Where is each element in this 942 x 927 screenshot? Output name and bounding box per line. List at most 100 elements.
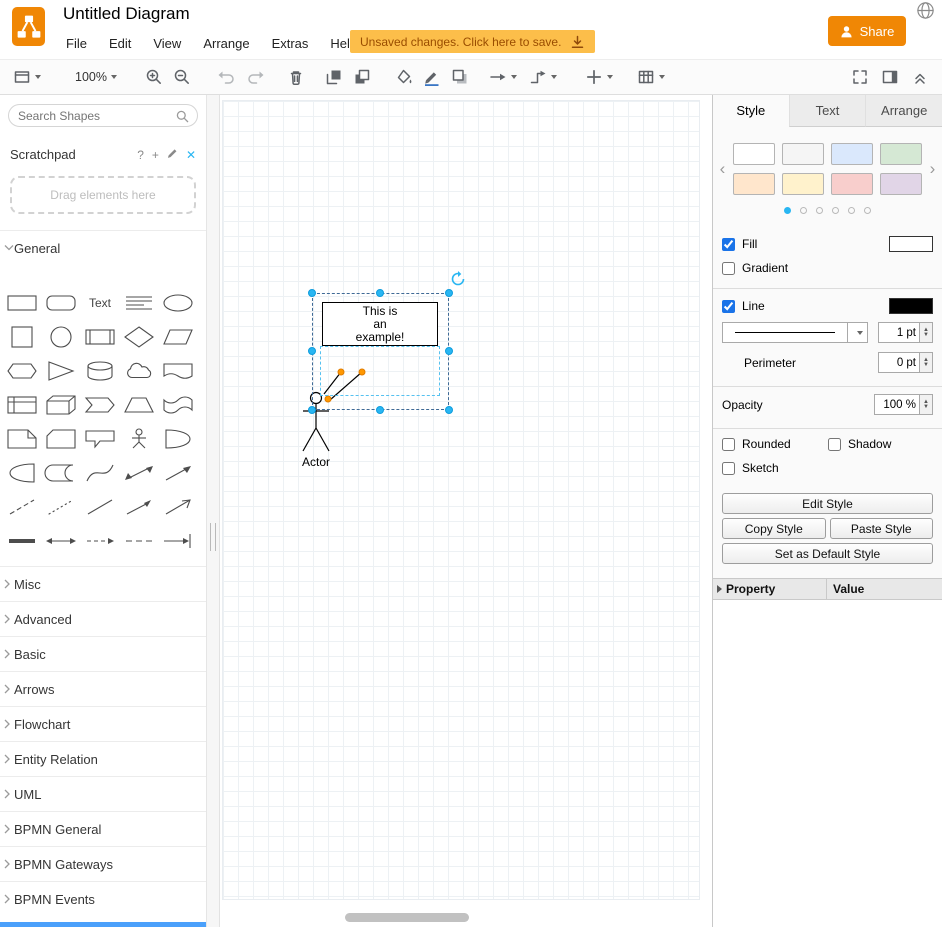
sidebar-section-arrows[interactable]: Arrows <box>0 671 206 706</box>
language-globe-icon[interactable] <box>916 1 936 21</box>
style-swatch[interactable] <box>831 173 873 195</box>
shape-dotted-line[interactable] <box>42 490 80 523</box>
to-front-button[interactable] <box>322 64 346 90</box>
pagination-dot[interactable] <box>816 207 823 214</box>
share-button[interactable]: Share <box>828 16 906 46</box>
sidebar-section-flowchart[interactable]: Flowchart <box>0 706 206 741</box>
shape-dashed-arrow[interactable] <box>81 524 119 557</box>
copy-style-button[interactable]: Copy Style <box>722 518 826 539</box>
tab-style[interactable]: Style <box>713 95 789 127</box>
rotate-handle-icon[interactable] <box>450 271 466 287</box>
style-swatch[interactable] <box>782 143 824 165</box>
shape-data-storage[interactable] <box>42 456 80 489</box>
style-swatch[interactable] <box>831 143 873 165</box>
scratchpad-edit-icon[interactable] <box>167 148 178 162</box>
paste-style-button[interactable]: Paste Style <box>830 518 934 539</box>
shape-dashed-link[interactable] <box>120 524 158 557</box>
table-button[interactable] <box>634 64 668 90</box>
pagination-dot[interactable] <box>784 207 791 214</box>
shape-or[interactable] <box>159 422 197 455</box>
sidebar-section-entity-relation[interactable]: Entity Relation <box>0 741 206 776</box>
shape-directional-arrow[interactable] <box>120 490 158 523</box>
menu-file[interactable]: File <box>55 32 98 55</box>
shape-bidirectional-arrow[interactable] <box>120 456 158 489</box>
line-width-input[interactable] <box>878 322 920 343</box>
collapse-toolbar-button[interactable] <box>908 64 932 90</box>
shape-arrow-to-bar[interactable] <box>159 524 197 557</box>
tab-text[interactable]: Text <box>789 95 866 127</box>
line-color-button[interactable] <box>420 64 444 90</box>
shape-open-arrow[interactable] <box>159 490 197 523</box>
shape-horizontal-bidirectional-arrow[interactable] <box>42 524 80 557</box>
resize-handle-w[interactable] <box>308 347 316 355</box>
presets-next-icon[interactable]: › <box>925 158 940 180</box>
selected-node[interactable]: This is an example! <box>322 302 438 346</box>
opacity-input[interactable] <box>874 394 920 415</box>
presets-prev-icon[interactable]: ‹ <box>715 158 730 180</box>
resize-handle-nw[interactable] <box>308 289 316 297</box>
style-swatch[interactable] <box>733 173 775 195</box>
shape-rounded-rectangle[interactable] <box>42 286 80 319</box>
sidebar-section-advanced[interactable]: Advanced <box>0 601 206 636</box>
zoom-out-button[interactable] <box>170 64 194 90</box>
scratchpad-drop-area[interactable]: Drag elements here <box>10 176 196 214</box>
resize-handle-ne[interactable] <box>445 289 453 297</box>
sidebar-section-bpmn-general[interactable]: BPMN General <box>0 811 206 846</box>
shape-cylinder[interactable] <box>81 354 119 387</box>
sidebar-section-bpmn-events[interactable]: BPMN Events <box>0 881 206 916</box>
fullscreen-button[interactable] <box>848 64 872 90</box>
line-checkbox[interactable] <box>722 300 735 313</box>
pagination-dot[interactable] <box>832 207 839 214</box>
shape-dashed-line[interactable] <box>3 490 41 523</box>
menu-extras[interactable]: Extras <box>261 32 320 55</box>
line-style-select[interactable] <box>722 322 848 343</box>
scratchpad-close-icon[interactable]: ✕ <box>186 148 196 162</box>
pagination-dot[interactable] <box>848 207 855 214</box>
scratchpad-help-icon[interactable]: ? <box>137 148 144 162</box>
shape-and[interactable] <box>3 456 41 489</box>
shadow-checkbox[interactable] <box>828 438 841 451</box>
menu-edit[interactable]: Edit <box>98 32 142 55</box>
pagination-dot[interactable] <box>864 207 871 214</box>
scratchpad-add-icon[interactable]: + <box>152 148 159 162</box>
to-back-button[interactable] <box>350 64 374 90</box>
fill-color-swatch[interactable] <box>889 236 933 252</box>
undo-button[interactable] <box>214 64 238 90</box>
format-panel-toggle-button[interactable] <box>878 64 902 90</box>
set-default-style-button[interactable]: Set as Default Style <box>722 543 933 564</box>
shape-callout[interactable] <box>81 422 119 455</box>
shape-ellipse[interactable] <box>159 286 197 319</box>
horizontal-scrollbar-thumb[interactable] <box>345 913 469 922</box>
resize-handle-n[interactable] <box>376 289 384 297</box>
rounded-checkbox[interactable] <box>722 438 735 451</box>
line-style-dropdown-button[interactable] <box>848 322 868 343</box>
fill-checkbox[interactable] <box>722 238 735 251</box>
shape-circle[interactable] <box>42 320 80 353</box>
splitter-grip[interactable] <box>210 523 216 551</box>
insert-button[interactable] <box>582 64 616 90</box>
resize-handle-e[interactable] <box>445 347 453 355</box>
shape-cloud[interactable] <box>120 354 158 387</box>
app-logo-icon[interactable] <box>12 7 45 46</box>
pagination-dot[interactable] <box>800 207 807 214</box>
document-title[interactable]: Untitled Diagram <box>63 4 190 24</box>
shape-cube[interactable] <box>42 388 80 421</box>
tab-arrange[interactable]: Arrange <box>865 95 942 127</box>
sidebar-section-uml[interactable]: UML <box>0 776 206 811</box>
actor-label[interactable]: Actor <box>286 455 346 469</box>
search-shapes-input[interactable] <box>8 104 198 127</box>
shape-actor[interactable] <box>120 422 158 455</box>
view-pages-button[interactable] <box>10 64 44 90</box>
resize-handle-sw[interactable] <box>308 406 316 414</box>
fill-color-button[interactable] <box>392 64 416 90</box>
style-swatch[interactable] <box>880 173 922 195</box>
gradient-checkbox[interactable] <box>722 262 735 275</box>
unsaved-changes-banner[interactable]: Unsaved changes. Click here to save. <box>350 30 595 53</box>
diagram-canvas[interactable]: This is an example! Actor <box>220 95 712 927</box>
shape-textbox[interactable] <box>120 286 158 319</box>
shape-square[interactable] <box>3 320 41 353</box>
shape-note[interactable] <box>3 422 41 455</box>
sidebar-section-general[interactable]: General <box>0 230 206 265</box>
delete-button[interactable] <box>284 64 308 90</box>
shape-process[interactable] <box>81 320 119 353</box>
